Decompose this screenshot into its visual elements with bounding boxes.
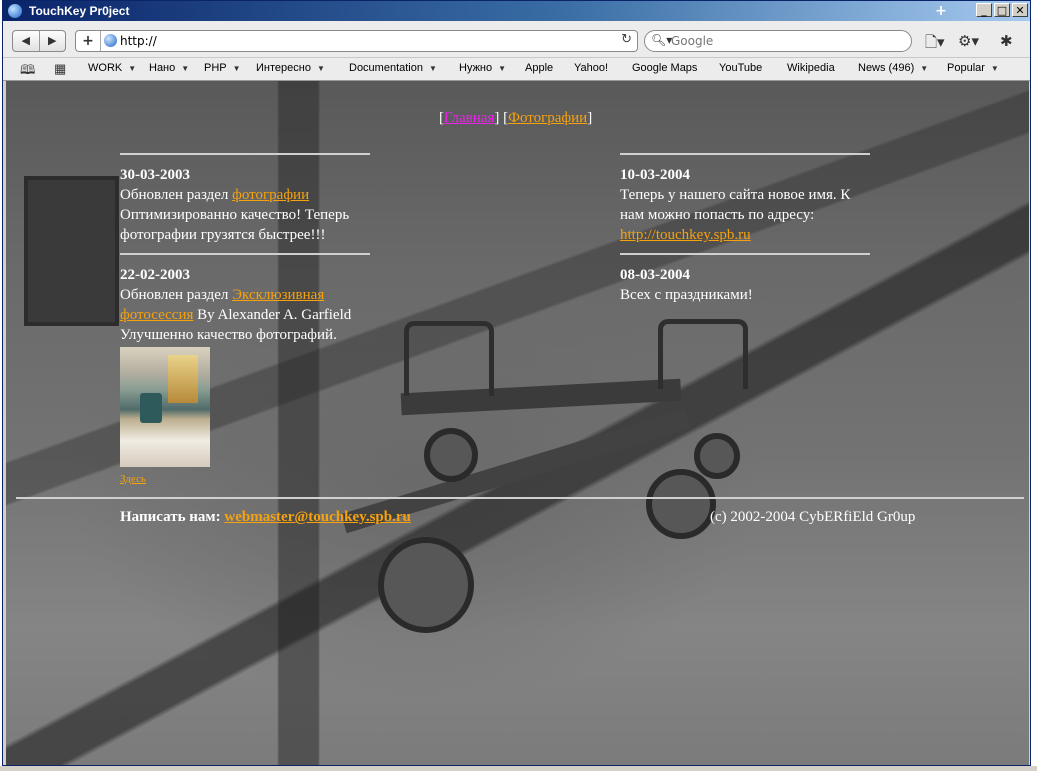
page-menu-icon[interactable]: 🗋▾ <box>925 32 945 57</box>
divider <box>120 153 370 155</box>
title-bar: TouchKey Pr0ject + _ □ ✕ <box>3 1 1030 21</box>
status-bar <box>0 766 1037 771</box>
gear-icon[interactable]: ⚙▾ <box>958 32 979 50</box>
divider <box>620 253 870 255</box>
back-button[interactable]: ◀ <box>13 31 39 51</box>
copyright: (c) 2002-2004 CybERfiEld Gr0up <box>710 509 916 525</box>
divider <box>120 253 370 255</box>
background-wheel <box>424 428 478 482</box>
bookmark-php[interactable]: PHP ▼ <box>204 62 241 74</box>
news-link-photos[interactable]: фотографии <box>232 187 309 203</box>
bookmark-yahoo[interactable]: Yahoo! <box>574 62 608 74</box>
background-cart-handle <box>404 321 494 396</box>
news-text: Оптимизированно качество! Теперь фотогра… <box>120 207 350 243</box>
news-date: 22-02-2003 <box>120 267 190 283</box>
background-wheel <box>378 537 474 633</box>
chevron-down-icon: ▼ <box>128 64 137 73</box>
background-photo-window <box>24 176 119 326</box>
bookmark-nano[interactable]: Нано ▼ <box>149 62 189 74</box>
news-text: Обновлен раздел Эксклюзивная фотосессия … <box>120 287 352 323</box>
chevron-down-icon: ▼ <box>498 64 507 73</box>
new-tab-plus-icon[interactable]: + <box>932 3 950 19</box>
news-column-left: 30-03-2003 Обновлен раздел фотографии Оп… <box>120 153 370 489</box>
chevron-down-icon: ▼ <box>990 64 999 73</box>
news-text: Улучшенно качество фотографий. <box>120 327 337 343</box>
background-wheel <box>694 433 740 479</box>
bookmark-apple[interactable]: Apple <box>525 62 553 74</box>
news-column-right: 10-03-2004 Теперь у нашего сайта новое и… <box>620 153 870 305</box>
url-text[interactable]: http:// <box>120 34 157 48</box>
thumbnail-link-here[interactable]: Здесь <box>120 469 146 489</box>
forward-button[interactable]: ▶ <box>38 31 66 51</box>
news-text: Всех с праздниками! <box>620 287 753 303</box>
divider <box>620 153 870 155</box>
chevron-down-icon: ▼ <box>920 64 929 73</box>
bookmark-popular[interactable]: Popular ▼ <box>947 62 999 74</box>
site-globe-icon <box>104 34 117 47</box>
contact-label: Написать нам: <box>120 509 221 525</box>
nav-bracket: ] <box>587 110 593 126</box>
news-link-site-url[interactable]: http://touchkey.spb.ru <box>620 227 751 243</box>
search-box[interactable]: 🔍︎▾ <box>644 30 912 52</box>
news-date: 10-03-2004 <box>620 167 690 183</box>
news-date: 08-03-2004 <box>620 267 690 283</box>
bookmark-interesting[interactable]: Интересно ▼ <box>256 62 325 74</box>
address-bar[interactable]: + http:// ↻ <box>75 30 638 52</box>
chevron-down-icon: ▼ <box>316 64 325 73</box>
site-nav: [Главная] [Фотографии] <box>439 110 592 127</box>
close-button[interactable]: ✕ <box>1012 3 1028 17</box>
email-link[interactable]: webmaster@touchkey.spb.ru <box>224 509 410 525</box>
navigation-toolbar: ◀ ▶ + http:// ↻ 🔍︎▾ 🗋▾ ⚙▾ ✱ <box>3 21 1030 58</box>
maximize-button[interactable]: □ <box>994 3 1010 17</box>
window-title: TouchKey Pr0ject <box>29 4 130 18</box>
chevron-down-icon: ▼ <box>181 64 190 73</box>
nav-bracket: ] [ <box>494 110 509 126</box>
reload-icon[interactable]: ↻ <box>621 32 632 47</box>
footer-contact: Написать нам: webmaster@touchkey.spb.ru <box>120 509 411 526</box>
bookmark-needed[interactable]: Нужно ▼ <box>459 62 506 74</box>
open-book-icon[interactable]: 🕮 <box>20 61 35 83</box>
background-cart-handle <box>658 319 748 389</box>
bug-icon[interactable]: ✱ <box>1000 32 1013 50</box>
bookmark-documentation[interactable]: Documentation ▼ <box>349 62 437 74</box>
news-date: 30-03-2003 <box>120 167 190 183</box>
app-globe-icon <box>8 4 22 18</box>
bookmark-work[interactable]: WORK ▼ <box>88 62 136 74</box>
bookmark-wikipedia[interactable]: Wikipedia <box>787 62 835 74</box>
news-text: Теперь у нашего сайта новое имя. К нам м… <box>620 187 851 223</box>
bookmark-youtube[interactable]: YouTube <box>719 62 762 74</box>
nav-link-photos[interactable]: Фотографии <box>508 110 587 126</box>
grid-icon[interactable]: ▦ <box>54 61 66 77</box>
bookmark-news[interactable]: News (496) ▼ <box>858 62 928 74</box>
back-forward-group: ◀ ▶ <box>12 30 66 52</box>
search-icon[interactable]: 🔍︎▾ <box>651 33 672 47</box>
chevron-down-icon: ▼ <box>232 64 241 73</box>
chevron-down-icon: ▼ <box>429 64 437 73</box>
footer-divider <box>16 497 1024 499</box>
nav-link-home[interactable]: Главная <box>444 110 494 126</box>
browser-window: TouchKey Pr0ject + _ □ ✕ ◀ ▶ + http:// ↻… <box>2 0 1031 766</box>
news-text: Обновлен раздел фотографии <box>120 187 310 203</box>
bookmark-google-maps[interactable]: Google Maps <box>632 62 697 74</box>
background-wheel <box>646 469 716 539</box>
bookmarks-bar: 🕮 ▦ WORK ▼ Нано ▼ PHP ▼ Интересно ▼ Document… <box>3 58 1030 81</box>
page-content: [Главная] [Фотографии] 30-03-2003 Обновл… <box>6 81 1029 765</box>
search-input[interactable] <box>671 33 901 49</box>
add-bookmark-plus-icon[interactable]: + <box>76 31 101 51</box>
minimize-button[interactable]: _ <box>976 3 992 17</box>
photo-thumbnail[interactable] <box>120 347 210 467</box>
